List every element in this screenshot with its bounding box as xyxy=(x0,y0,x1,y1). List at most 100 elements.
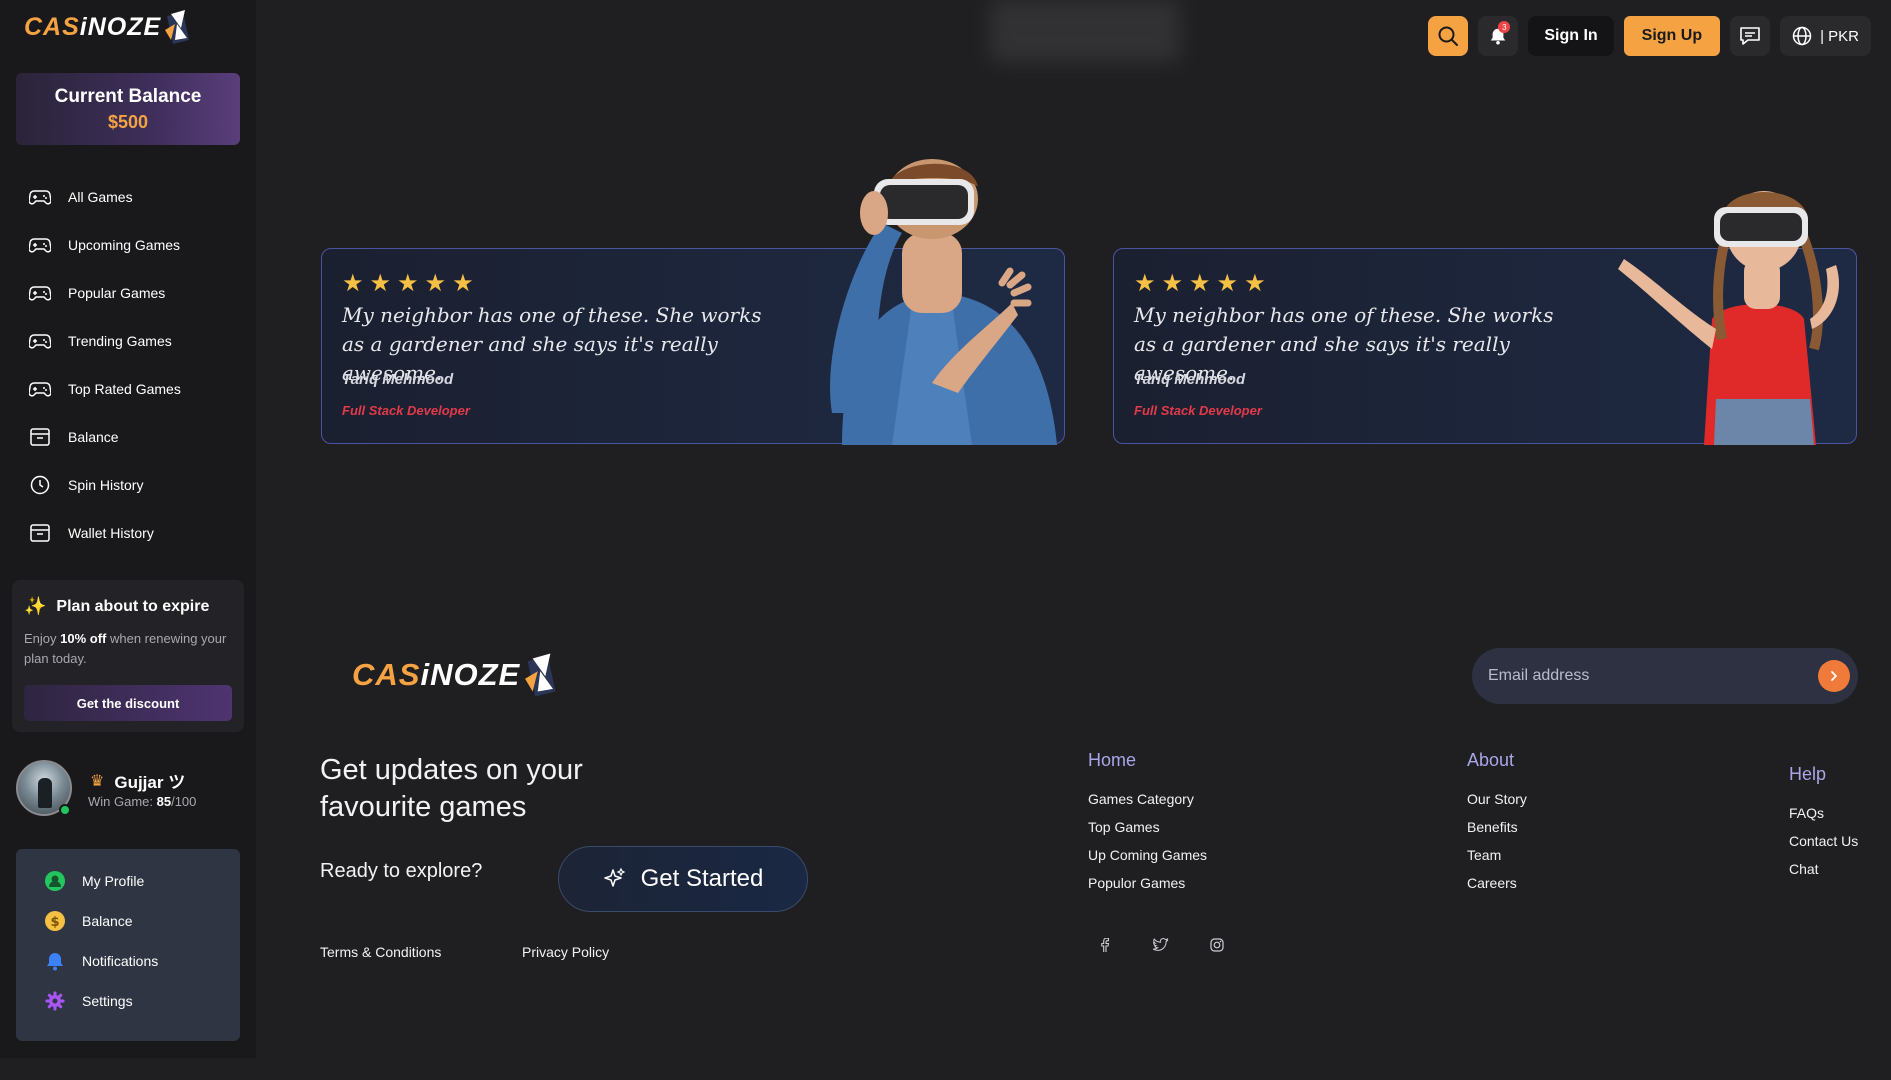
language-currency-selector[interactable]: | PKR xyxy=(1780,16,1871,56)
logo-cards-icon xyxy=(525,653,556,697)
plan-expiry-card: ✨ Plan about to expire Enjoy 10% off whe… xyxy=(12,580,244,732)
sidebar-item-label: All Games xyxy=(68,189,133,205)
footer-column-title[interactable]: About xyxy=(1467,750,1527,771)
footer-column-about: About Our Story Benefits Team Careers xyxy=(1467,750,1527,897)
gamepad-icon xyxy=(28,377,52,401)
footer-link[interactable]: Benefits xyxy=(1467,813,1527,841)
sidebar-item-label: Wallet History xyxy=(68,525,154,541)
brand-logo[interactable]: CAS iNOZE xyxy=(24,10,191,44)
bell-icon xyxy=(44,950,66,972)
footer-column-home: Home Games Category Top Games Up Coming … xyxy=(1088,750,1207,897)
privacy-link[interactable]: Privacy Policy xyxy=(522,944,609,960)
menu-item-label: My Profile xyxy=(82,873,145,889)
user-summary[interactable]: ♛ Gujjar ツ Win Game: 85/100 xyxy=(16,760,240,818)
star-icon: ★ xyxy=(1244,270,1266,297)
search-button[interactable] xyxy=(1428,16,1469,56)
subscribe-button[interactable] xyxy=(1818,660,1850,692)
social-links xyxy=(1088,928,1234,962)
sidebar-item-balance[interactable]: Balance xyxy=(0,413,256,461)
balance-title: Current Balance xyxy=(54,86,202,107)
star-icon: ★ xyxy=(369,270,392,297)
footer-link[interactable]: Team xyxy=(1467,841,1527,869)
sidebar-item-label: Spin History xyxy=(68,477,144,493)
footer-headline: Get updates on your favourite games xyxy=(320,754,583,823)
sidebar-item-upcoming-games[interactable]: Upcoming Games xyxy=(0,221,256,269)
avatar-figure xyxy=(38,778,52,808)
footer-link[interactable]: Careers xyxy=(1467,869,1527,897)
logo-text-part1: CAS xyxy=(24,12,80,41)
svg-text:$: $ xyxy=(50,915,59,930)
menu-item-my-profile[interactable]: My Profile xyxy=(16,861,240,901)
testimonial-role: Full Stack Developer xyxy=(342,403,470,418)
sign-in-button[interactable]: Sign In xyxy=(1528,16,1614,56)
globe-icon xyxy=(1792,26,1812,46)
newsletter-form xyxy=(1472,648,1858,704)
menu-item-notifications[interactable]: Notifications xyxy=(16,941,240,981)
gamepad-icon xyxy=(28,281,52,305)
logo-text-part2: iNOZE xyxy=(79,12,162,41)
get-started-button[interactable]: Get Started xyxy=(558,846,808,912)
sidebar-item-label: Top Rated Games xyxy=(68,381,181,397)
win-game-stat: Win Game: 85/100 xyxy=(88,794,196,809)
gamepad-icon xyxy=(28,233,52,257)
star-icon: ★ xyxy=(1189,270,1211,297)
logo-cards-icon xyxy=(165,10,190,44)
sidebar-item-popular-games[interactable]: Popular Games xyxy=(0,269,256,317)
footer-link[interactable]: Top Games xyxy=(1088,813,1207,841)
footer-link[interactable]: Populor Games xyxy=(1088,869,1207,897)
footer-column-title[interactable]: Home xyxy=(1088,750,1207,771)
twitter-icon[interactable] xyxy=(1144,928,1178,962)
footer-logo[interactable]: CAS iNOZE xyxy=(352,650,558,700)
blurred-banner-image xyxy=(990,0,1180,62)
archive-icon xyxy=(28,521,52,545)
rating-stars: ★ ★ ★ ★ ★ xyxy=(342,269,474,298)
testimonial-card: ★ ★ ★ ★ ★ My neighbor has one of these. She … xyxy=(1113,191,1857,445)
sidebar-item-wallet-history[interactable]: Wallet History xyxy=(0,509,256,557)
sidebar-item-all-games[interactable]: All Games xyxy=(0,173,256,221)
facebook-icon[interactable] xyxy=(1088,928,1122,962)
instagram-icon[interactable] xyxy=(1200,928,1234,962)
sidebar-item-spin-history[interactable]: Spin History xyxy=(0,461,256,509)
footer-link[interactable]: Games Category xyxy=(1088,785,1207,813)
archive-icon xyxy=(28,425,52,449)
footer-link[interactable]: Chat xyxy=(1789,855,1858,883)
menu-item-settings[interactable]: Settings xyxy=(16,981,240,1021)
footer-column-title[interactable]: Help xyxy=(1789,764,1858,785)
user-icon xyxy=(44,870,66,892)
chat-button[interactable] xyxy=(1730,16,1771,56)
notifications-button[interactable]: 3 xyxy=(1478,16,1519,56)
win-value: 85 xyxy=(156,794,172,809)
testimonial-role: Full Stack Developer xyxy=(1134,403,1262,418)
get-discount-button[interactable]: Get the discount xyxy=(24,685,232,721)
sidebar: CAS iNOZE Current Balance $500 All Games … xyxy=(0,0,256,1058)
star-icon: ★ xyxy=(397,270,419,297)
user-name: Gujjar ツ xyxy=(114,773,186,792)
dollar-icon: $ xyxy=(44,910,66,932)
plan-description: Enjoy 10% off when renewing your plan to… xyxy=(24,629,232,669)
balance-value: $500 xyxy=(107,112,149,132)
rating-stars: ★ ★ ★ ★ ★ xyxy=(1134,269,1266,298)
footer-link[interactable]: Contact Us xyxy=(1789,827,1858,855)
vr-man-image xyxy=(830,159,1057,445)
plan-title: Plan about to expire xyxy=(56,597,210,615)
footer-link[interactable]: Our Story xyxy=(1467,785,1527,813)
footer-link[interactable]: FAQs xyxy=(1789,799,1858,827)
star-icon: ★ xyxy=(1216,270,1239,297)
menu-item-balance[interactable]: $ Balance xyxy=(16,901,240,941)
vr-woman-image xyxy=(1618,191,1839,445)
terms-link[interactable]: Terms & Conditions xyxy=(320,944,441,960)
menu-item-label: Settings xyxy=(82,993,133,1009)
star-icon: ★ xyxy=(424,270,447,297)
notification-count-badge: 3 xyxy=(1498,21,1511,33)
sidebar-item-label: Popular Games xyxy=(68,285,166,301)
sidebar-item-trending-games[interactable]: Trending Games xyxy=(0,317,256,365)
sidebar-nav: All Games Upcoming Games Popular Games T… xyxy=(0,173,256,557)
sign-up-button[interactable]: Sign Up xyxy=(1623,16,1721,56)
email-input[interactable] xyxy=(1488,662,1788,690)
user-name-row: ♛ Gujjar ツ xyxy=(90,768,185,793)
current-balance-card: Current Balance $500 xyxy=(16,73,240,145)
footer-link[interactable]: Up Coming Games xyxy=(1088,841,1207,869)
plan-desc-discount: 10% off xyxy=(60,631,107,646)
sidebar-item-top-rated-games[interactable]: Top Rated Games xyxy=(0,365,256,413)
menu-item-label: Balance xyxy=(82,913,133,929)
